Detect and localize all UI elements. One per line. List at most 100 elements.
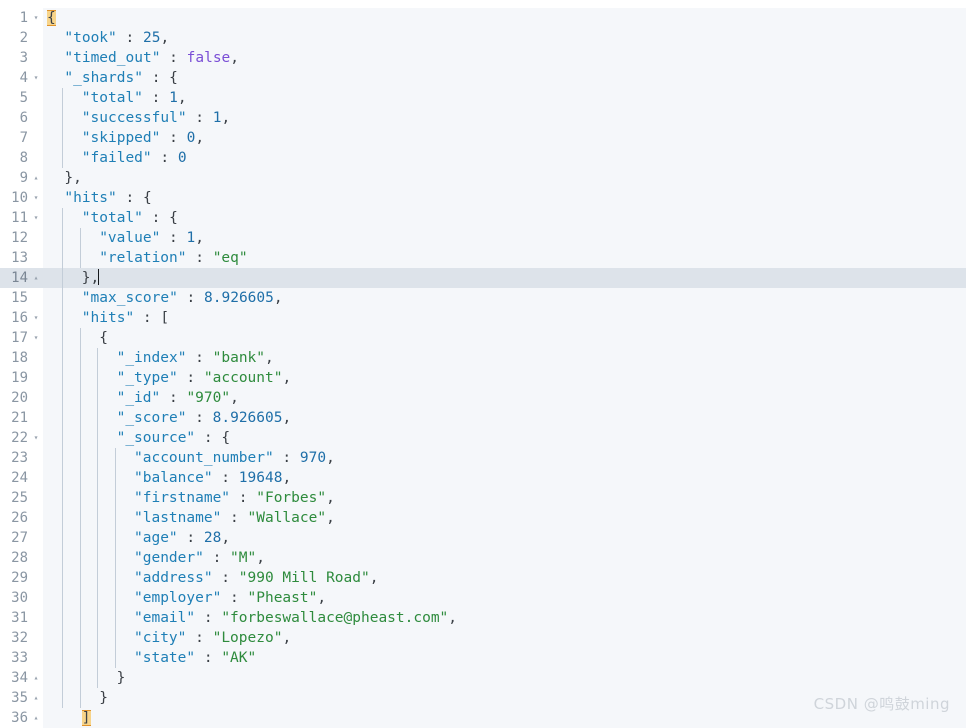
fold-close-icon[interactable]: ▴ [31, 708, 41, 728]
token-p: : [186, 350, 213, 366]
code-line[interactable]: 7 "skipped" : 0, [0, 128, 966, 148]
token-p: : [142, 70, 170, 86]
token-p: , [448, 610, 458, 626]
token-k: "max_score" [81, 290, 178, 306]
token-p: : [230, 490, 257, 506]
code-line[interactable]: 12 "value" : 1, [0, 228, 966, 248]
token-p: : [186, 630, 213, 646]
code-line[interactable]: 13 "relation" : "eq" [0, 248, 966, 268]
code-line[interactable]: 11 ▾ "total" : { [0, 208, 966, 228]
code-line[interactable]: 32 "city" : "Lopezo", [0, 628, 966, 648]
code-line[interactable]: 9 ▴}, [0, 168, 966, 188]
code-line[interactable]: 17 ▾ { [0, 328, 966, 348]
code-line-text: "successful" : 1, [82, 108, 230, 128]
code-line-text: { [47, 8, 56, 28]
code-line[interactable]: 25 "firstname" : "Forbes", [0, 488, 966, 508]
token-p: , [273, 290, 283, 306]
line-number: 35 [11, 690, 28, 706]
line-number: 11 [11, 210, 28, 226]
token-p: : [142, 90, 170, 106]
fold-open-icon[interactable]: ▾ [31, 208, 41, 228]
token-p: , [230, 390, 239, 406]
code-line[interactable]: 6 "successful" : 1, [0, 108, 966, 128]
code-line-text: "_score" : 8.926605, [117, 408, 292, 428]
code-line-text: "took" : 25, [64, 28, 169, 48]
token-s: "990 Mill Road" [238, 570, 370, 586]
code-line[interactable]: 34 ▴} [0, 668, 966, 688]
code-lines-container[interactable]: 1 ▾{2 "took" : 25, 3 "timed_out" : false, 4 ▾ "… [0, 8, 966, 728]
line-number: 21 [11, 410, 28, 426]
code-line[interactable]: 21 "_score" : 8.926605, [0, 408, 966, 428]
code-line[interactable]: 2 "took" : 25, [0, 28, 966, 48]
line-number: 3 [19, 50, 28, 66]
code-line[interactable]: 15 "max_score" : 8.926605, [0, 288, 966, 308]
code-line[interactable]: 5 "total" : 1, [0, 88, 966, 108]
token-p: , [326, 450, 335, 466]
indent-guide [97, 348, 99, 688]
token-s: "970" [186, 390, 231, 406]
token-k: "employer" [134, 590, 222, 606]
code-line[interactable]: 4 ▾ "_shards" : { [0, 68, 966, 88]
token-p: : [195, 430, 222, 446]
code-line[interactable]: 20 "_id" : "970", [0, 388, 966, 408]
editor-top-strip [0, 0, 966, 8]
code-line[interactable]: 14 ▴}, [0, 268, 966, 288]
fold-open-icon[interactable]: ▾ [31, 328, 41, 348]
token-s: "M" [230, 550, 257, 566]
code-line[interactable]: 23 "account_number" : 970, [0, 448, 966, 468]
code-line[interactable]: 29 "address" : "990 Mill Road", [0, 568, 966, 588]
code-line[interactable]: 26 "lastname" : "Wallace", [0, 508, 966, 528]
token-br: } [81, 270, 91, 286]
code-line-text: "account_number" : 970, [134, 448, 335, 468]
code-line[interactable]: 33 "state" : "AK" [0, 648, 966, 668]
fold-open-icon[interactable]: ▾ [31, 8, 41, 28]
token-k: "failed" [81, 150, 152, 166]
token-p: , [230, 50, 240, 66]
token-p: : [177, 290, 205, 306]
code-line[interactable]: 10 ▾ "hits" : { [0, 188, 966, 208]
code-line[interactable]: 19 "_type" : "account", [0, 368, 966, 388]
token-n: 8.926605 [212, 410, 283, 426]
line-number: 36 [11, 710, 28, 726]
token-k: "balance" [134, 470, 213, 486]
token-p: , [177, 90, 187, 106]
token-k: "account_number" [134, 450, 274, 466]
code-line[interactable]: 22 ▾ "_source" : { [0, 428, 966, 448]
code-line[interactable]: 8 "failed" : 0 [0, 148, 966, 168]
token-br: { [142, 190, 152, 206]
token-s: "eq" [212, 250, 248, 266]
code-line[interactable]: 24 "balance" : 19648, [0, 468, 966, 488]
active-line-highlight [0, 268, 966, 288]
code-line[interactable]: 18 "_index" : "bank", [0, 348, 966, 368]
line-number: 7 [19, 130, 28, 146]
code-line[interactable]: 1 ▾ { [0, 8, 966, 28]
token-k: "took" [64, 30, 117, 46]
code-line[interactable]: 16 ▾ "hits" : [ [0, 308, 966, 328]
code-line-text: "failed" : 0 [82, 148, 187, 168]
fold-close-icon[interactable]: ▴ [31, 668, 41, 688]
code-line[interactable]: 27 "age" : 28, [0, 528, 966, 548]
token-k: "state" [134, 650, 196, 666]
fold-open-icon[interactable]: ▾ [31, 68, 41, 88]
fold-close-icon[interactable]: ▴ [31, 268, 41, 288]
indent-guide [62, 208, 64, 708]
token-p: , [73, 170, 82, 186]
fold-close-icon[interactable]: ▴ [31, 688, 41, 708]
fold-open-icon[interactable]: ▾ [31, 188, 41, 208]
fold-close-icon[interactable]: ▴ [31, 168, 41, 188]
code-line-text: "firstname" : "Forbes", [134, 488, 335, 508]
code-line[interactable]: 31 "email" : "forbeswallace@pheast.com", [0, 608, 966, 628]
token-br: { [99, 330, 108, 346]
fold-open-icon[interactable]: ▾ [31, 428, 41, 448]
code-line[interactable]: 3 "timed_out" : false, [0, 48, 966, 68]
code-line-text: "lastname" : "Wallace", [134, 508, 335, 528]
code-line[interactable]: 30 "employer" : "Pheast", [0, 588, 966, 608]
code-line-text: "_shards" : { [64, 68, 178, 88]
code-line[interactable]: 28 "gender" : "M", [0, 548, 966, 568]
json-code-editor[interactable]: 1 ▾{2 "took" : 25, 3 "timed_out" : false, 4 ▾ "… [0, 0, 966, 728]
fold-open-icon[interactable]: ▾ [31, 308, 41, 328]
token-p: : [177, 370, 204, 386]
code-line-text: "value" : 1, [99, 228, 204, 248]
token-k: "_index" [116, 350, 187, 366]
indent-guide [79, 228, 81, 268]
